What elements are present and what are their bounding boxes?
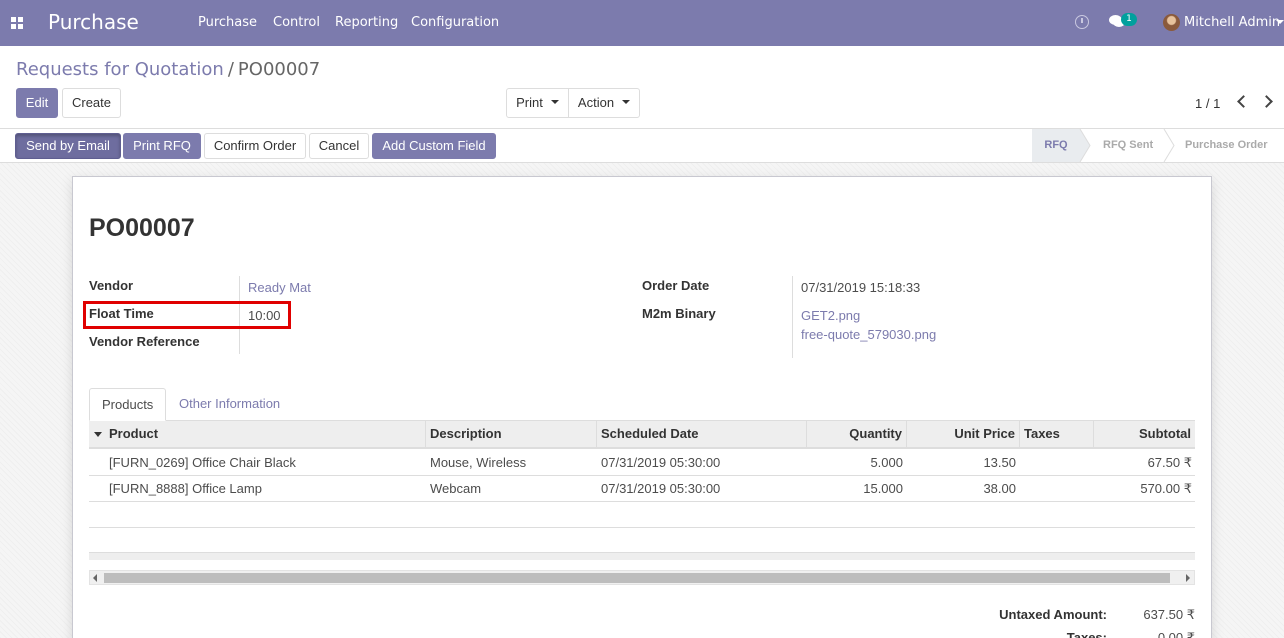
top-navbar: Purchase Purchase Control Reporting Conf… [0, 0, 1284, 46]
column-header-product[interactable]: Product [89, 421, 426, 447]
confirm-order-button[interactable]: Confirm Order [204, 133, 306, 159]
taxes-label: Taxes: [1066, 630, 1107, 638]
cell-description: Mouse, Wireless [430, 455, 527, 470]
cell-quantity: 15.000 [863, 481, 903, 496]
add-custom-field-button[interactable]: Add Custom Field [372, 133, 496, 159]
table-header: Product Description Scheduled Date Quant… [89, 421, 1195, 449]
sort-caret-icon[interactable] [94, 432, 102, 437]
stage-rfq-sent[interactable]: RFQ Sent [1103, 129, 1153, 162]
vendor-value[interactable]: Ready Mat [248, 280, 311, 295]
column-header-unit-price[interactable]: Unit Price [907, 421, 1020, 447]
print-label: Print [516, 95, 543, 110]
breadcrumb-parent[interactable]: Requests for Quotation [16, 59, 224, 80]
tab-other-information[interactable]: Other Information [167, 388, 292, 421]
user-avatar[interactable] [1163, 14, 1180, 31]
pager-previous-icon[interactable] [1237, 95, 1250, 108]
scrollbar-thumb[interactable] [104, 573, 1170, 583]
record-title: PO00007 [89, 214, 195, 242]
statusbar: Send by Email Print RFQ Confirm Order Ca… [0, 128, 1284, 163]
scroll-right-icon[interactable] [1186, 574, 1190, 582]
cell-product: [FURN_0269] Office Chair Black [109, 455, 296, 470]
menu-reporting[interactable]: Reporting [335, 15, 398, 30]
cell-subtotal: 67.50 ₹ [1147, 455, 1192, 470]
vendor-label: Vendor [89, 278, 134, 293]
untaxed-amount-label: Untaxed Amount: [999, 607, 1107, 622]
table-row[interactable]: [FURN_0269] Office Chair Black Mouse, Wi… [89, 450, 1195, 476]
cell-scheduled-date: 07/31/2019 05:30:00 [601, 481, 721, 496]
vendor-reference-label: Vendor Reference [89, 334, 200, 349]
edit-button[interactable]: Edit [16, 88, 58, 118]
order-date-label: Order Date [642, 278, 710, 293]
untaxed-amount-value: 637.50 ₹ [1143, 607, 1195, 622]
m2m-file-link[interactable]: GET2.png [801, 308, 860, 323]
cell-unit-price: 38.00 [983, 481, 1016, 496]
menu-purchase[interactable]: Purchase [198, 15, 257, 30]
breadcrumb-separator: / [227, 59, 234, 80]
menu-control[interactable]: Control [273, 15, 320, 30]
empty-row [89, 502, 1195, 528]
order-date-value[interactable]: 07/31/2019 15:18:33 [801, 280, 920, 295]
m2m-file-link[interactable]: free-quote_579030.png [801, 327, 936, 342]
scroll-left-icon[interactable] [93, 574, 97, 582]
stage-rfq[interactable]: RFQ [1032, 129, 1080, 162]
user-name[interactable]: Mitchell Admin [1184, 15, 1280, 30]
menu-configuration[interactable]: Configuration [411, 15, 499, 30]
field-separator [792, 276, 793, 358]
stage-purchase-order[interactable]: Purchase Order [1185, 129, 1268, 162]
print-rfq-button[interactable]: Print RFQ [123, 133, 201, 159]
tab-products[interactable]: Products [89, 388, 167, 421]
send-by-email-button[interactable]: Send by Email [15, 133, 121, 159]
create-button[interactable]: Create [62, 88, 121, 118]
user-menu-caret-icon[interactable] [1276, 20, 1284, 24]
cell-product: [FURN_8888] Office Lamp [109, 481, 262, 496]
action-label: Action [577, 95, 615, 110]
breadcrumb: Requests for Quotation / PO00007 [16, 59, 320, 80]
app-brand[interactable]: Purchase [48, 10, 139, 34]
column-header-quantity[interactable]: Quantity [807, 421, 907, 447]
table-row[interactable]: [FURN_8888] Office Lamp Webcam 07/31/201… [89, 476, 1195, 502]
column-header-taxes[interactable]: Taxes [1020, 421, 1094, 447]
column-header-description[interactable]: Description [426, 421, 597, 447]
breadcrumb-current: PO00007 [237, 59, 321, 80]
pager-next-icon[interactable] [1260, 95, 1273, 108]
taxes-value: 0.00 ₹ [1157, 630, 1195, 638]
cell-description: Webcam [430, 481, 482, 496]
cancel-button[interactable]: Cancel [309, 133, 369, 159]
cell-quantity: 5.000 [870, 455, 903, 470]
table-footer [89, 552, 1195, 560]
activity-clock-icon[interactable] [1075, 15, 1089, 29]
caret-down-icon [622, 100, 631, 105]
cell-subtotal: 570.00 ₹ [1140, 481, 1192, 496]
caret-down-icon [550, 100, 559, 105]
highlight-box [83, 301, 291, 329]
print-dropdown[interactable]: Print [506, 88, 569, 118]
apps-menu-icon[interactable] [11, 17, 23, 29]
cell-unit-price: 13.50 [983, 455, 1016, 470]
column-header-subtotal[interactable]: Subtotal [1094, 421, 1195, 447]
chat-badge: 1 [1121, 13, 1137, 26]
action-dropdown[interactable]: Action [568, 88, 640, 118]
m2m-binary-label: M2m Binary [642, 306, 716, 321]
column-header-scheduled-date[interactable]: Scheduled Date [597, 421, 807, 447]
pager-value[interactable]: 1 / 1 [1195, 96, 1220, 111]
cell-scheduled-date: 07/31/2019 05:30:00 [601, 455, 721, 470]
